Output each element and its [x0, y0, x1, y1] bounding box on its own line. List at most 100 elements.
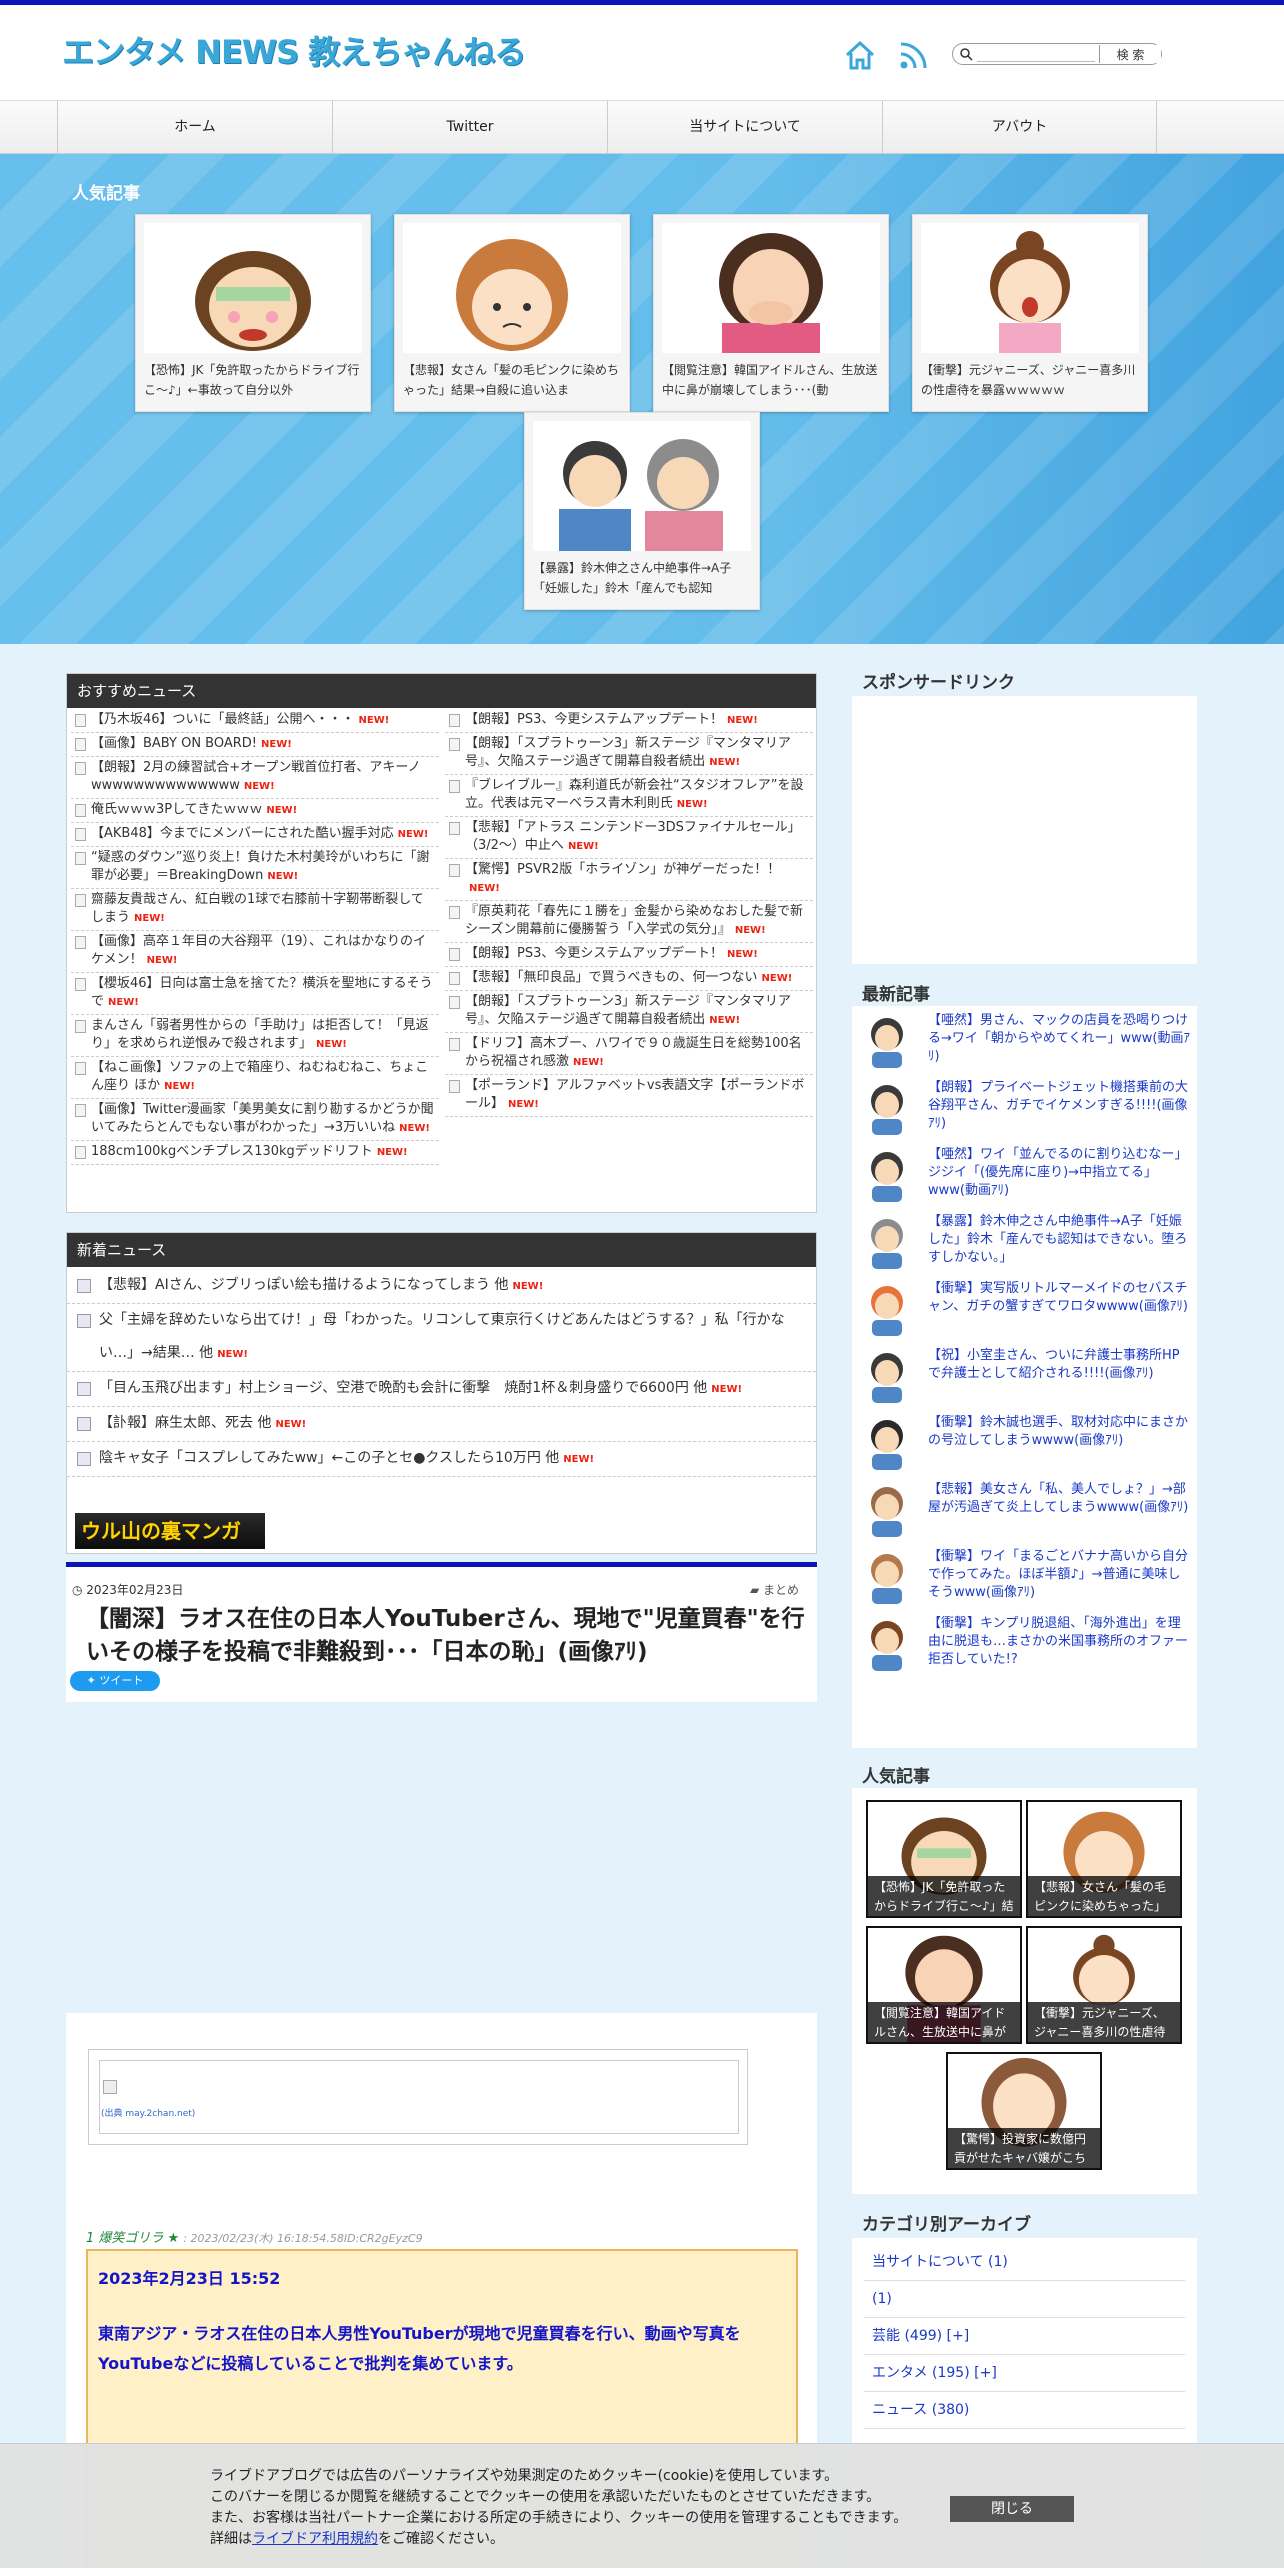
new-badge: NEW!: [709, 757, 741, 768]
nav-item-about-site[interactable]: 当サイトについて: [607, 101, 882, 154]
popular-card[interactable]: 【閲覧注意】韓国アイドルさん、生放送中に鼻が崩壊してしまう･･･(動: [653, 214, 889, 412]
cookie-close-button[interactable]: 閉じる: [950, 2496, 1074, 2522]
terms-link[interactable]: ライブドア利用規約: [252, 2531, 378, 2547]
latest-article-item[interactable]: 【朗報】プライベートジェット機搭乗前の大谷翔平さん、ガチでイケメンすぎる!!!!…: [852, 1073, 1197, 1140]
news-item[interactable]: 【画像】高卒１年目の大谷翔平（19）、これはかなりのイケメン！ NEW!: [71, 931, 439, 973]
document-icon: [449, 972, 460, 985]
news-item[interactable]: 【驚愕】PSVR2版「ホライゾン」が神ゲーだった！！ NEW!: [445, 859, 813, 901]
article-category[interactable]: ▰ まとめ: [750, 1581, 799, 1598]
broken-image-icon[interactable]: [103, 2080, 117, 2094]
latest-article-item[interactable]: 【暴露】鈴木伸之さん中絶事件→A子「妊娠した」鈴木「産んでも認知はできない。堕ろ…: [852, 1207, 1197, 1274]
news-item[interactable]: 【乃木坂46】ついに「最終話」公開へ・・・ NEW!: [71, 709, 439, 733]
news-item[interactable]: 【朗報】「スプラトゥーン3」新ステージ『マンタマリア号』、欠陥ステージ過ぎて開幕…: [445, 733, 813, 775]
news-item[interactable]: 『ブレイブルー』森利道氏が新会社“スタジオフレア”を設立。代表は元マーベラス青木…: [445, 775, 813, 817]
new-badge: NEW!: [146, 955, 178, 966]
popular-card[interactable]: 【恐怖】JK「免許取ったからドライブ行こ〜♪」←事故って自分以外: [135, 214, 371, 412]
news-item[interactable]: 【朗報】2月の練習試合+オープン戦首位打者、アキーノwwwwwwwwwwwwww…: [71, 757, 439, 799]
popular-side-item[interactable]: 【閲覧注意】韓国アイドルさん、生放送中に鼻が崩壊: [866, 1926, 1022, 2044]
tweet-button[interactable]: ✦ ツイート: [70, 1671, 160, 1691]
manga-banner[interactable]: ウル山の裏マンガ: [75, 1513, 265, 1549]
recommended-news-title: おすすめニュース: [67, 674, 816, 708]
news-item[interactable]: 【ドリフ】高木ブー、ハワイで９０歳誕生日を総勢100名から祝福され感激 NEW!: [445, 1033, 813, 1075]
latest-article-item[interactable]: 【悲報】美女さん「私、美人でしょ？」→部屋が汚過ぎて炎上してしまうwwww(画像…: [852, 1475, 1197, 1542]
search-button[interactable]: 検 索: [1099, 45, 1161, 63]
nav-item-twitter[interactable]: Twitter: [332, 101, 607, 154]
latest-article-item[interactable]: 【唖然】ワイ「並んでるのに割り込むなー」ジジイ「(優先席に座り)→中指立てる」w…: [852, 1140, 1197, 1207]
new-badge: NEW!: [399, 1123, 430, 1134]
popular-side-item[interactable]: 【悲報】女さん「髪の毛ピンクに染めちゃった」結果: [1026, 1800, 1182, 1918]
latest-article-title: 【祝】小室圭さん、ついに弁護士事務所HPで弁護士として紹介される!!!!(画像ｱ…: [928, 1348, 1180, 1381]
nav-item-home[interactable]: ホーム: [57, 101, 332, 154]
new-badge: NEW!: [726, 949, 758, 960]
popular-card[interactable]: 【悲報】女さん「髪の毛ピンクに染めちゃった」結果→自殺に追い込ま: [394, 214, 630, 412]
image-source-link[interactable]: (出典 may.2chan.net): [101, 2106, 195, 2119]
popular-card[interactable]: 【暴露】鈴木伸之さん中絶事件→A子「妊娠した」鈴木「産んでも認知: [524, 412, 760, 610]
news-item[interactable]: “疑惑のダウン”巡り炎上！負けた木村美玲がいわちに「謝罪が必要」＝Breakin…: [71, 847, 439, 889]
latest-news-item[interactable]: 父「主婦を辞めたいなら出てけ！」母「わかった。リコンして東京行くけどあんたはどう…: [67, 1304, 816, 1372]
cookie-line: 詳細はライブドア利用規約をご確認ください。: [210, 2529, 930, 2550]
archive-category-link[interactable]: エンタメ (195) [+]: [864, 2355, 1185, 2392]
news-item[interactable]: 【画像】Twitter漫画家「美男美女に割り勘するかどうか聞いてみたらとんでもな…: [71, 1099, 439, 1141]
news-item[interactable]: 俺氏ｗｗｗ3Pしてきたｗｗｗ NEW!: [71, 799, 439, 823]
search-box: 検 索: [952, 43, 1162, 65]
home-icon[interactable]: [843, 38, 877, 72]
news-item-title: 『ブレイブルー』森利道氏が新会社“スタジオフレア”を設立。代表は元マーベラス青木…: [465, 778, 804, 811]
new-badge: NEW!: [108, 997, 139, 1008]
new-badge: NEW!: [734, 925, 766, 936]
news-item[interactable]: 【悲報】「アトラス ニンテンドー3DSファイナルセール」（3/2～）中止へ NEW…: [445, 817, 813, 859]
latest-news-item[interactable]: 【訃報】麻生太郎、死去 他 NEW!: [67, 1407, 816, 1442]
news-item[interactable]: 『原英莉花「春先に１勝を」金髪から染めなおした髪で新シーズン開幕前に優勝誓う「入…: [445, 901, 813, 943]
latest-article-title: 【衝撃】鈴木誠也選手、取材対応中にまさかの号泣してしまうwwww(画像ｱﾘ): [928, 1415, 1189, 1448]
popular-articles-hero: 人気記事 【恐怖】JK「免許取ったからドライブ行こ〜♪」←事故って自分以外 【悲…: [0, 154, 1284, 644]
nav-item-about[interactable]: アバウト: [882, 101, 1157, 154]
article-date-text: 2023年02月23日: [86, 1583, 184, 1597]
news-item[interactable]: 【ねこ画像】ソファの上で箱座り、ねむねむねこ、ちょこん座り ほか NEW!: [71, 1057, 439, 1099]
news-item[interactable]: 【ポーランド】アルファベットvs表語文字【ポーランドボール】 NEW!: [445, 1075, 813, 1117]
site-logo[interactable]: エンタメ NEWS 教えちゃんねる: [62, 27, 526, 73]
search-input[interactable]: [977, 46, 1095, 62]
latest-news-item-title: 「目ん玉飛び出ます」村上ショージ、空港で晩酌も会計に衝撃 焼酎1杯＆刺身盛りで6…: [99, 1380, 708, 1396]
latest-articles-box: 【唖然】男さん、マックの店員を恐喝りつける→ワイ「朝からやめてくれー」www(動…: [852, 1006, 1197, 1748]
popular-side-item[interactable]: 【衝撃】元ジャニーズ、ジャニー喜多川の性虐待を暴: [1026, 1926, 1182, 2044]
news-item[interactable]: 【朗報】PS3、今更システムアップデート！ NEW!: [445, 709, 813, 733]
latest-article-item[interactable]: 【衝撃】キンプリ脱退組、「海外進出」を理由に脱退も…まさかの米国事務所のオファー…: [852, 1609, 1197, 1676]
news-item[interactable]: まんさん「弱者男性からの「手助け」は拒否して！「見返り」を求められ逆恨みで殺され…: [71, 1015, 439, 1057]
news-item-title: 【ねこ画像】ソファの上で箱座り、ねむねむねこ、ちょこん座り ほか: [91, 1060, 429, 1093]
latest-article-title: 【朗報】プライベートジェット機搭乗前の大谷翔平さん、ガチでイケメンすぎる!!!!…: [928, 1080, 1189, 1131]
popular-side-item[interactable]: 【恐怖】JK「免許取ったからドライブ行こ〜♪」結果: [866, 1800, 1022, 1918]
news-item[interactable]: 188cm100kgベンチプレス130kgデッドリフト NEW!: [71, 1141, 439, 1165]
latest-article-item[interactable]: 【唖然】男さん、マックの店員を恐喝りつける→ワイ「朝からやめてくれー」www(動…: [852, 1006, 1197, 1073]
latest-article-item[interactable]: 【衝撃】鈴木誠也選手、取材対応中にまさかの号泣してしまうwwww(画像ｱﾘ): [852, 1408, 1197, 1475]
news-item[interactable]: 【悲報】「無印良品」で買うべきもの、何一つない NEW!: [445, 967, 813, 991]
news-item[interactable]: 【朗報】PS3、今更システムアップデート！ NEW!: [445, 943, 813, 967]
news-item-title: 【ドリフ】高木ブー、ハワイで９０歳誕生日を総勢100名から祝福され感激: [465, 1036, 802, 1069]
latest-article-item[interactable]: 【衝撃】実写版リトルマーメイドのセバスチャン、ガチの蟹すぎてワロタwwww(画像…: [852, 1274, 1197, 1341]
news-item[interactable]: 【朗報】「スプラトゥーン3」新ステージ『マンタマリア号』、欠陥ステージ過ぎて開幕…: [445, 991, 813, 1033]
archive-category-link[interactable]: (1): [864, 2281, 1185, 2318]
recommended-news-left-column: 【乃木坂46】ついに「最終話」公開へ・・・ NEW! 【画像】BABY ON BOA…: [71, 709, 439, 1165]
latest-news-item[interactable]: 【悲報】AIさん、ジブリっぽい絵も描けるようになってしまう 他 NEW!: [67, 1269, 816, 1304]
popular-card-thumbnail: [533, 421, 751, 551]
clock-icon: ◷: [72, 1583, 87, 1597]
archive-category-link[interactable]: ニュース (380): [864, 2392, 1185, 2429]
news-item[interactable]: 【画像】BABY ON BOARD! NEW!: [71, 733, 439, 757]
news-item[interactable]: 齋藤友貴哉さん、紅白戦の1球で右膝前十字靭帯断裂してしまう NEW!: [71, 889, 439, 931]
latest-news-item[interactable]: 陰キャ女子「コスプレしてみたww」←この子とセ●クスしたら10万円 他 NEW!: [67, 1442, 816, 1477]
latest-article-item[interactable]: 【祝】小室圭さん、ついに弁護士事務所HPで弁護士として紹介される!!!!(画像ｱ…: [852, 1341, 1197, 1408]
news-item-title: 【悲報】「無印良品」で買うべきもの、何一つない: [465, 970, 758, 985]
document-icon: [75, 1020, 86, 1033]
popular-card[interactable]: 【衝撃】元ジャニーズ、ジャニー喜多川の性虐待を暴露ｗｗｗｗｗ: [912, 214, 1148, 412]
avatar: [862, 1349, 912, 1403]
news-item[interactable]: 【AKB48】今までにメンバーにされた酷い握手対応 NEW!: [71, 823, 439, 847]
news-item[interactable]: 【櫻坂46】日向は富士急を捨てた？横浜を聖地にするそうで NEW!: [71, 973, 439, 1015]
latest-article-item[interactable]: 【衝撃】ワイ「まるごとバナナ高いから自分で作ってみた。ほぼ半額♪」→普通に美味し…: [852, 1542, 1197, 1609]
archive-category-link[interactable]: 当サイトについて (1): [864, 2244, 1185, 2281]
global-nav: ホーム Twitter 当サイトについて アバウト: [0, 100, 1284, 154]
sponsor-box: [852, 696, 1197, 964]
sponsor-title: スポンサードリンク: [862, 673, 1015, 693]
latest-news-item[interactable]: 「目ん玉飛び出ます」村上ショージ、空港で晩酌も会計に衝撃 焼酎1杯＆刺身盛りで6…: [67, 1372, 816, 1407]
popular-side-item[interactable]: 【驚愕】投資家に数億円貢がせたキャバ嬢がこちら: [946, 2052, 1102, 2170]
rss-icon[interactable]: [897, 38, 931, 72]
archive-category-link[interactable]: 芸能 (499) [+]: [864, 2318, 1185, 2355]
new-badge: NEW!: [267, 871, 299, 882]
